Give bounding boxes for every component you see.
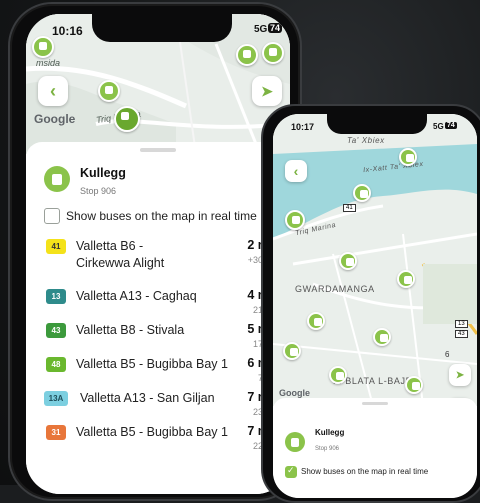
stop-code: Stop 906 xyxy=(80,186,117,196)
route-number-badge: 43 xyxy=(46,323,66,338)
route-destination: Valletta B6 - xyxy=(76,239,144,253)
sheet-handle[interactable] xyxy=(140,148,176,152)
map-label-gwardamanga: GWARDAMANGA xyxy=(295,284,375,294)
bus-stop-marker[interactable] xyxy=(373,328,391,346)
route-destination: Valletta A13 - San Giljan xyxy=(80,391,215,405)
stop-details-sheet: Kullegg Stop 906 Show buses on the map i… xyxy=(26,142,290,494)
chevron-left-icon: ‹ xyxy=(293,163,299,179)
bus-stop-marker[interactable] xyxy=(339,252,357,270)
status-time: 10:17 xyxy=(291,122,315,132)
arrival-row[interactable]: 13AValletta A13 - San Giljan7 min23 min xyxy=(26,386,290,420)
route-number-badge: 48 xyxy=(46,357,66,372)
bus-stop-icon xyxy=(285,432,305,452)
arrival-row[interactable]: 43Valletta B8 - Stivala5 min17 min xyxy=(26,318,290,352)
navigation-arrow-icon: ➤ xyxy=(261,82,273,99)
phone-right-screen: 10:17 5G 74 Ta' Xbiex Ix-Xatt Ta' Xbiex … xyxy=(273,114,477,498)
locate-button[interactable]: ➤ xyxy=(252,76,282,106)
stop-name: Kullegg xyxy=(80,166,126,180)
back-button[interactable]: ‹ xyxy=(38,76,68,106)
route-badge: 13 xyxy=(455,320,468,328)
bus-stop-icon xyxy=(44,166,70,192)
bus-stop-marker[interactable] xyxy=(32,36,54,58)
bus-stop-marker[interactable] xyxy=(98,80,120,102)
route-badge: 41 xyxy=(343,204,356,212)
route-number-badge: 31 xyxy=(46,425,66,440)
route-number-badge: 13 xyxy=(46,289,66,304)
route-number-badge: 41 xyxy=(46,239,66,254)
bus-stop-marker[interactable] xyxy=(285,210,305,230)
battery-indicator: 74 xyxy=(268,23,283,33)
arrival-row[interactable]: 13Valletta A13 - Caghaq4 min21 min xyxy=(26,284,290,318)
notch xyxy=(327,114,427,134)
status-time: 10:16 xyxy=(52,24,83,38)
stop-code: Stop 906 xyxy=(315,446,340,452)
map-canvas xyxy=(273,114,477,406)
route-destination: Valletta B5 - Bugibba Bay 1 xyxy=(76,357,228,371)
back-button[interactable]: ‹ xyxy=(285,160,307,182)
map-label-ta-xbiex: Ta' Xbiex xyxy=(347,136,385,145)
map-view[interactable]: 10:17 5G 74 Ta' Xbiex Ix-Xatt Ta' Xbiex … xyxy=(273,114,477,406)
realtime-checkbox-label[interactable]: Show buses on the map in real time xyxy=(301,467,428,476)
bus-stop-marker[interactable] xyxy=(307,312,325,330)
locate-button[interactable]: ➤ xyxy=(449,364,471,386)
bus-stop-marker[interactable] xyxy=(405,376,423,394)
route-badge: 43 xyxy=(455,330,468,338)
status-network: 5G xyxy=(433,122,444,131)
stop-details-sheet: Kullegg Stop 906 ✓ Show buses on the map… xyxy=(273,398,477,498)
google-attribution: Google xyxy=(34,112,76,126)
stop-name: Kullegg xyxy=(315,428,345,437)
notch xyxy=(92,14,232,42)
bus-stop-marker[interactable] xyxy=(236,44,258,66)
bus-stop-marker[interactable] xyxy=(353,184,371,202)
chevron-left-icon: ‹ xyxy=(50,80,56,101)
bus-stop-marker[interactable] xyxy=(262,42,284,64)
route-badge: 6 xyxy=(445,350,450,359)
realtime-checkbox-label[interactable]: Show buses on the map in real time xyxy=(66,209,257,223)
battery-indicator: 74 xyxy=(445,122,457,129)
route-destination: Valletta B5 - Bugibba Bay 1 xyxy=(76,425,228,439)
realtime-checkbox[interactable]: ✓ xyxy=(285,465,297,478)
arrival-row[interactable]: 31Valletta B5 - Bugibba Bay 17 min22 min xyxy=(26,420,290,454)
google-attribution: Google xyxy=(279,388,310,398)
bus-stop-marker[interactable] xyxy=(283,342,301,360)
bus-stop-marker[interactable] xyxy=(399,148,417,166)
arrival-row[interactable]: 48Valletta B5 - Bugibba Bay 16 min7 min xyxy=(26,352,290,386)
phone-left-screen: 10:16 5G 74 msida Triq Marina ‹ ➤ Google… xyxy=(26,14,290,494)
route-destination: Valletta A13 - Caghaq xyxy=(76,289,197,303)
route-destination-line2: Cirkewwa Alight xyxy=(76,256,165,270)
bus-stop-marker[interactable] xyxy=(397,270,415,288)
arrival-row[interactable]: 41Valletta B6 -Cirkewwa Alight2 min+30 m… xyxy=(26,234,290,284)
navigation-arrow-icon: ➤ xyxy=(455,369,465,381)
selected-bus-stop-marker[interactable] xyxy=(114,106,140,132)
route-destination: Valletta B8 - Stivala xyxy=(76,323,185,337)
status-network: 5G xyxy=(254,24,268,35)
phone-right: 10:17 5G 74 Ta' Xbiex Ix-Xatt Ta' Xbiex … xyxy=(261,104,480,503)
phone-left: 10:16 5G 74 msida Triq Marina ‹ ➤ Google… xyxy=(8,2,302,501)
route-number-badge: 13A xyxy=(44,391,68,406)
map-label-msida: msida xyxy=(36,58,61,68)
bus-stop-marker[interactable] xyxy=(329,366,347,384)
realtime-checkbox[interactable] xyxy=(44,208,60,224)
checkmark-icon: ✓ xyxy=(287,465,295,475)
sheet-handle[interactable] xyxy=(362,402,388,405)
